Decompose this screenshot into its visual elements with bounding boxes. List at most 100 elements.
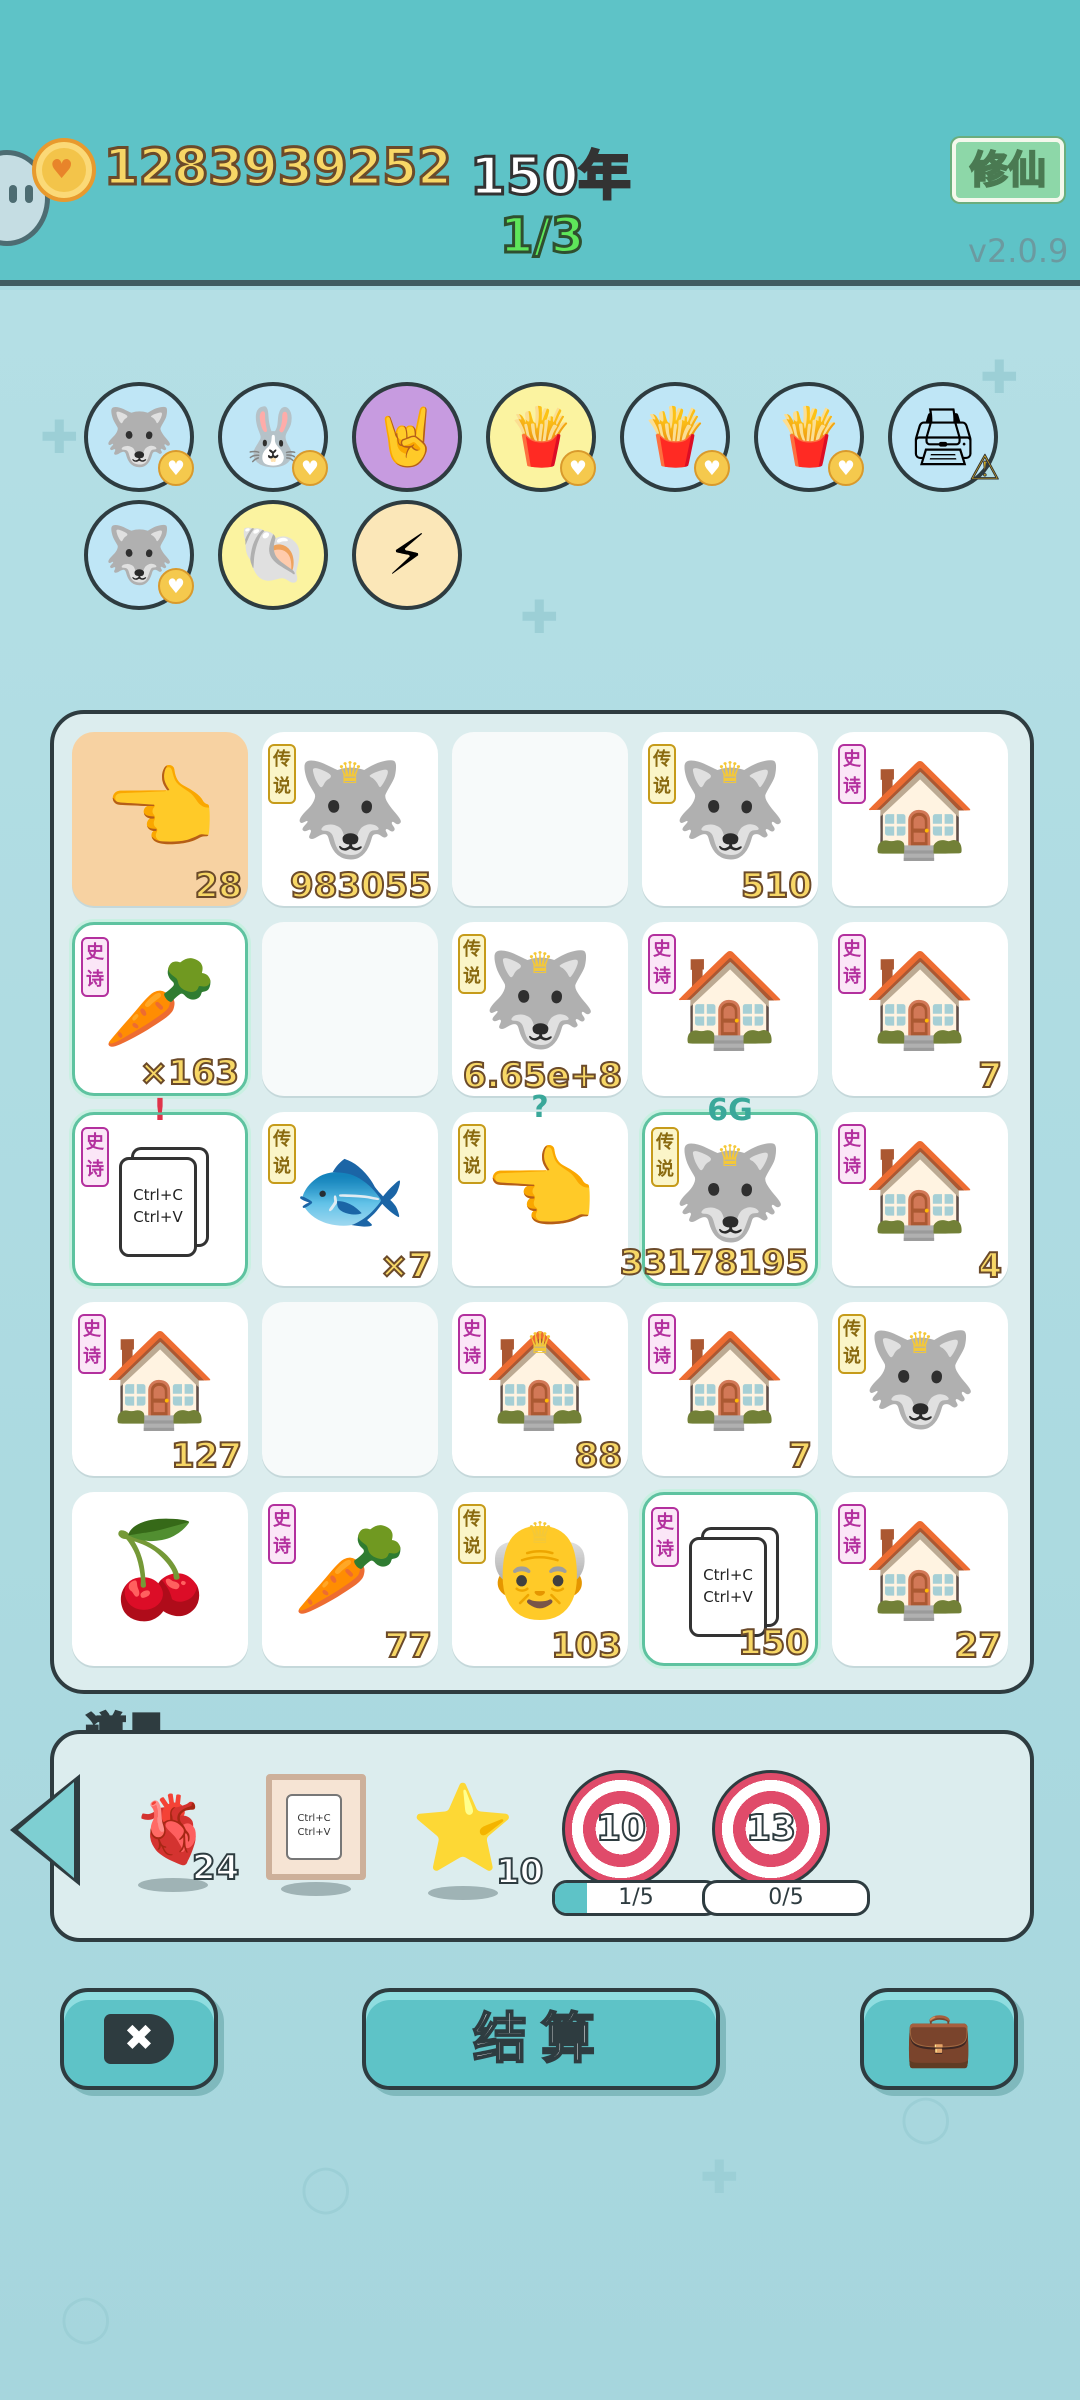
board-cell-husky-king[interactable]: 🐺 ♛ 传说 [832, 1302, 1008, 1476]
frame-item[interactable]: Ctrl+C Ctrl+V [266, 1774, 366, 1896]
rarity-tag: 传说 [268, 1124, 296, 1184]
rarity-tag: 史诗 [651, 1507, 679, 1567]
rarity-tag: 传说 [268, 744, 296, 804]
board-cell-copy-paste[interactable]: Ctrl+C Ctrl+V 史诗! [72, 1093, 248, 1286]
bag-button[interactable]: 💼 [860, 1988, 1018, 2090]
rarity-tag: 传说 [648, 744, 676, 804]
board-cell-hand-point[interactable]: 👈 传说? [452, 1090, 628, 1286]
board-cell-husky-king[interactable]: 🐺 ♛ 传说 33178195 6G [619, 1093, 818, 1286]
board-cell-rabbit-house[interactable]: 🏠 史诗 [642, 922, 818, 1096]
liver-item[interactable]: 🫀 24 [118, 1790, 240, 1892]
husky-skill[interactable]: 🐺 ♥ [84, 382, 194, 492]
cell-count: 127 [170, 1435, 243, 1477]
lightning-skill-icon: ⚡ [387, 522, 427, 588]
rarity-tag: 史诗 [648, 934, 676, 994]
board-cell-cherry[interactable]: 🍒 [72, 1492, 248, 1666]
rock-hand-skill[interactable]: 🤘 [352, 382, 462, 492]
target-1-icon[interactable]: 10 [562, 1770, 680, 1888]
board-cell-rabbit-house[interactable]: 🏠 史诗 7 [832, 922, 1008, 1097]
printer-skill[interactable]: 🖨 ⚠ [888, 382, 1001, 492]
cell-count: 28 [194, 865, 243, 907]
version-label: v2.0.9 [968, 232, 1069, 270]
board-cell-husky-king[interactable]: 🐺 ♛ 传说 6.65e+8 [452, 922, 628, 1097]
board-cell-husky-king[interactable]: 🐺 ♛ 传说 510 [642, 732, 818, 907]
board-cell-rabbit-house[interactable]: 🏠 史诗 [832, 732, 1008, 906]
rarity-tag: 史诗 [838, 1504, 866, 1564]
board-cell-empty[interactable] [262, 922, 438, 1096]
board-cell-rabbit-house-king[interactable]: 🏠 ♛ 史诗 88 [452, 1302, 628, 1477]
shell-skill-icon: 🐚 [238, 523, 308, 588]
rarity-tag: 史诗 [458, 1314, 486, 1374]
board-cell-rabbit-house[interactable]: 🏠 史诗 127 [72, 1302, 248, 1477]
cell-count: 510 [740, 865, 813, 907]
coin-icon: ♥ [32, 138, 96, 202]
rarity-tag: 史诗 [81, 1127, 109, 1187]
cell-count: 33178195 [619, 1242, 810, 1284]
fries-skill[interactable]: 🍟 ♥ [754, 382, 864, 492]
copy-paste-icon: Ctrl+C Ctrl+V [689, 1537, 767, 1637]
shell-skill[interactable]: 🐚 [218, 500, 328, 610]
cell-count: ×7 [379, 1245, 433, 1287]
rarity-tag: 传说 [458, 1504, 486, 1564]
heart-badge-icon: ♥ [292, 450, 328, 486]
board-cell-empty[interactable] [262, 1302, 438, 1476]
star-item[interactable]: ⭐ 10 [408, 1778, 544, 1900]
target-2-progress: 0/5 [702, 1880, 870, 1916]
cancel-button[interactable]: ✖ [60, 1988, 218, 2090]
cultivate-button[interactable]: 修仙 [952, 138, 1064, 202]
stage-progress: 1/3 [498, 207, 585, 266]
back-arrow-icon[interactable] [18, 1782, 74, 1878]
rarity-tag: 传说 [458, 934, 486, 994]
close-icon: ✖ [104, 2014, 174, 2064]
item-shadow [428, 1886, 498, 1900]
frame-card: Ctrl+C Ctrl+V [286, 1794, 342, 1860]
board-cell-copy-paste[interactable]: Ctrl+C Ctrl+V 史诗 150 [642, 1492, 818, 1666]
board-cell-rabbit-house[interactable]: 🏠 史诗 4 [832, 1112, 1008, 1287]
settle-button[interactable]: 结算 [362, 1988, 720, 2090]
heart-badge-icon: ♥ [158, 450, 194, 486]
board-cell-carrot[interactable]: 🥕 史诗 ×163 [72, 922, 248, 1096]
heart-badge-icon: ♥ [158, 568, 194, 604]
warning-icon: ⚠ [969, 448, 1001, 489]
hand-point-icon: 👈 [102, 756, 218, 863]
board-cell-fish[interactable]: 🐟 传说 ×7 [262, 1112, 438, 1287]
cell-count: ×163 [139, 1052, 240, 1094]
cell-count: 27 [954, 1625, 1003, 1667]
board-cell-husky-king[interactable]: 🐺 ♛ 传说 983055 [262, 732, 438, 907]
rarity-tag: 传说 [838, 1314, 866, 1374]
target-1-progress-text: 1/5 [618, 1885, 654, 1910]
settle-label: 结算 [472, 2006, 609, 2071]
target-1-progress: 1/5 [552, 1880, 720, 1916]
cell-count: 150 [737, 1622, 810, 1664]
target-2-progress-text: 0/5 [768, 1885, 804, 1910]
rarity-tag: 史诗 [268, 1504, 296, 1564]
rabbit-skill[interactable]: 🐰 ♥ [218, 382, 328, 492]
board-cell-rabbit-house[interactable]: 🏠 史诗 7 [642, 1302, 818, 1477]
rarity-tag: 史诗 [838, 934, 866, 994]
heart-badge-icon: ♥ [828, 450, 864, 486]
item-shadow [281, 1882, 351, 1896]
lightning-skill[interactable]: ⚡ [352, 500, 462, 610]
fries-skill[interactable]: 🍟 ♥ [486, 382, 596, 492]
fries-skill[interactable]: 🍟 ♥ [620, 382, 730, 492]
board-cell-old-man-king[interactable]: 👴 ♛ 传说 103 [452, 1492, 628, 1667]
husky-skill[interactable]: 🐺 ♥ [84, 500, 194, 610]
coin-count: 1283939252 [103, 137, 454, 198]
cell-status-marker: 6G [707, 1093, 753, 1128]
cell-count: 983055 [289, 865, 433, 907]
board-cell-hand-point[interactable]: 👈 28 [72, 732, 248, 907]
cell-status-marker: ? [531, 1090, 549, 1125]
target-2-value: 13 [745, 1807, 797, 1850]
board-cell-empty[interactable] [452, 732, 628, 906]
cell-count: 4 [977, 1245, 1003, 1287]
rarity-tag: 传说 [458, 1124, 486, 1184]
year-counter: 150年 [469, 146, 633, 209]
cell-count: 7 [977, 1055, 1003, 1097]
target-1-value: 10 [595, 1807, 647, 1850]
cell-count: 77 [384, 1625, 433, 1667]
target-2-icon[interactable]: 13 [712, 1770, 830, 1888]
board-cell-carrot[interactable]: 🥕 史诗 77 [262, 1492, 438, 1667]
board-cell-rabbit-house[interactable]: 🏠 史诗 27 [832, 1492, 1008, 1667]
copy-paste-icon: Ctrl+C Ctrl+V [119, 1157, 197, 1257]
printer-skill-icon: 🖨 [907, 405, 979, 470]
